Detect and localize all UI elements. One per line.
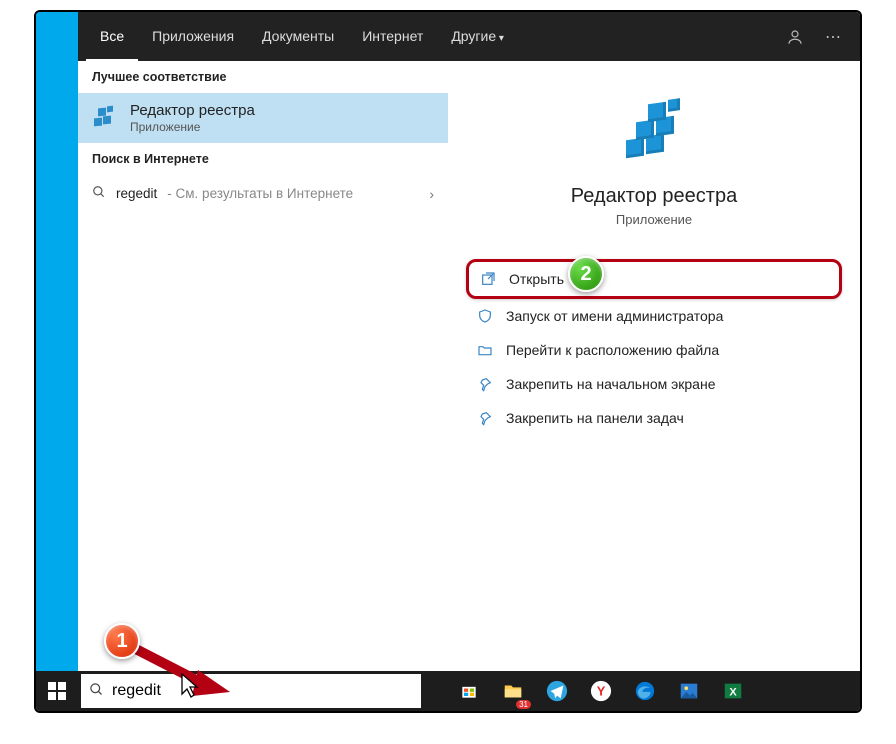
best-match-subtitle: Приложение: [130, 120, 255, 134]
best-match-title: Редактор реестра: [130, 102, 255, 119]
notification-badge: 31: [516, 700, 531, 709]
account-icon[interactable]: [776, 12, 814, 61]
start-button[interactable]: [36, 671, 78, 711]
tab-documents[interactable]: Документы: [248, 12, 348, 61]
pin-icon: [476, 375, 494, 393]
annotation-badge-2: 2: [568, 256, 604, 292]
taskbar-photos-icon[interactable]: [667, 671, 711, 711]
tab-all[interactable]: Все: [86, 12, 138, 61]
actions-list: Открыть Запуск от имени администратора П…: [448, 227, 860, 435]
action-pin-start[interactable]: Закрепить на начальном экране: [466, 367, 842, 401]
search-icon: [92, 185, 106, 202]
action-label: Открыть: [509, 271, 564, 287]
best-match-header: Лучшее соответствие: [78, 61, 448, 93]
cursor-icon: [180, 672, 200, 698]
action-label: Закрепить на панели задач: [506, 410, 684, 426]
action-label: Закрепить на начальном экране: [506, 376, 716, 392]
taskbar-telegram-icon[interactable]: [535, 671, 579, 711]
best-match-text: Редактор реестра Приложение: [130, 102, 255, 134]
action-open[interactable]: Открыть: [466, 259, 842, 299]
open-icon: [479, 270, 497, 288]
internet-search-header: Поиск в Интернете: [78, 143, 448, 175]
web-search-item[interactable]: regedit - См. результаты в Интернете ›: [78, 175, 448, 212]
svg-text:X: X: [729, 687, 737, 699]
action-label: Перейти к расположению файла: [506, 342, 719, 358]
tab-more[interactable]: Другие: [437, 12, 518, 61]
taskbar-excel-icon[interactable]: X: [711, 671, 755, 711]
windows-icon: [48, 682, 66, 700]
taskbar-explorer-icon[interactable]: 31: [491, 671, 535, 711]
tab-apps[interactable]: Приложения: [138, 12, 248, 61]
details-subtitle: Приложение: [616, 212, 692, 227]
shield-icon: [476, 307, 494, 325]
details-title: Редактор реестра: [571, 185, 737, 208]
action-run-admin[interactable]: Запуск от имени администратора: [466, 299, 842, 333]
more-options-icon[interactable]: ⋯: [814, 12, 852, 61]
taskbar-tray: 31 Y X: [447, 671, 755, 711]
action-pin-taskbar[interactable]: Закрепить на панели задач: [466, 401, 842, 435]
annotation-badge-1: 1: [104, 623, 140, 659]
best-match-item[interactable]: Редактор реестра Приложение: [78, 93, 448, 143]
taskbar-yandex-icon[interactable]: Y: [579, 671, 623, 711]
svg-text:Y: Y: [597, 684, 606, 699]
results-left-column: Лучшее соответствие Редактор реестра При…: [78, 61, 448, 671]
search-icon: [89, 682, 104, 700]
web-search-term: regedit: [116, 186, 157, 201]
chevron-right-icon: ›: [429, 186, 434, 202]
tab-internet[interactable]: Интернет: [348, 12, 437, 61]
taskbar-store-icon[interactable]: [447, 671, 491, 711]
regedit-large-icon: [618, 95, 690, 167]
web-search-suffix: - См. результаты в Интернете: [167, 186, 353, 201]
taskbar-edge-icon[interactable]: [623, 671, 667, 711]
action-file-location[interactable]: Перейти к расположению файла: [466, 333, 842, 367]
regedit-icon: [90, 104, 118, 132]
accent-bar: [36, 12, 78, 675]
folder-icon: [476, 341, 494, 359]
action-label: Запуск от имени администратора: [506, 308, 723, 324]
search-panel: Все Приложения Документы Интернет Другие…: [34, 10, 862, 713]
pin-icon: [476, 409, 494, 427]
search-header: Все Приложения Документы Интернет Другие…: [78, 12, 860, 61]
details-right-column: Редактор реестра Приложение Открыть Запу…: [448, 61, 860, 671]
